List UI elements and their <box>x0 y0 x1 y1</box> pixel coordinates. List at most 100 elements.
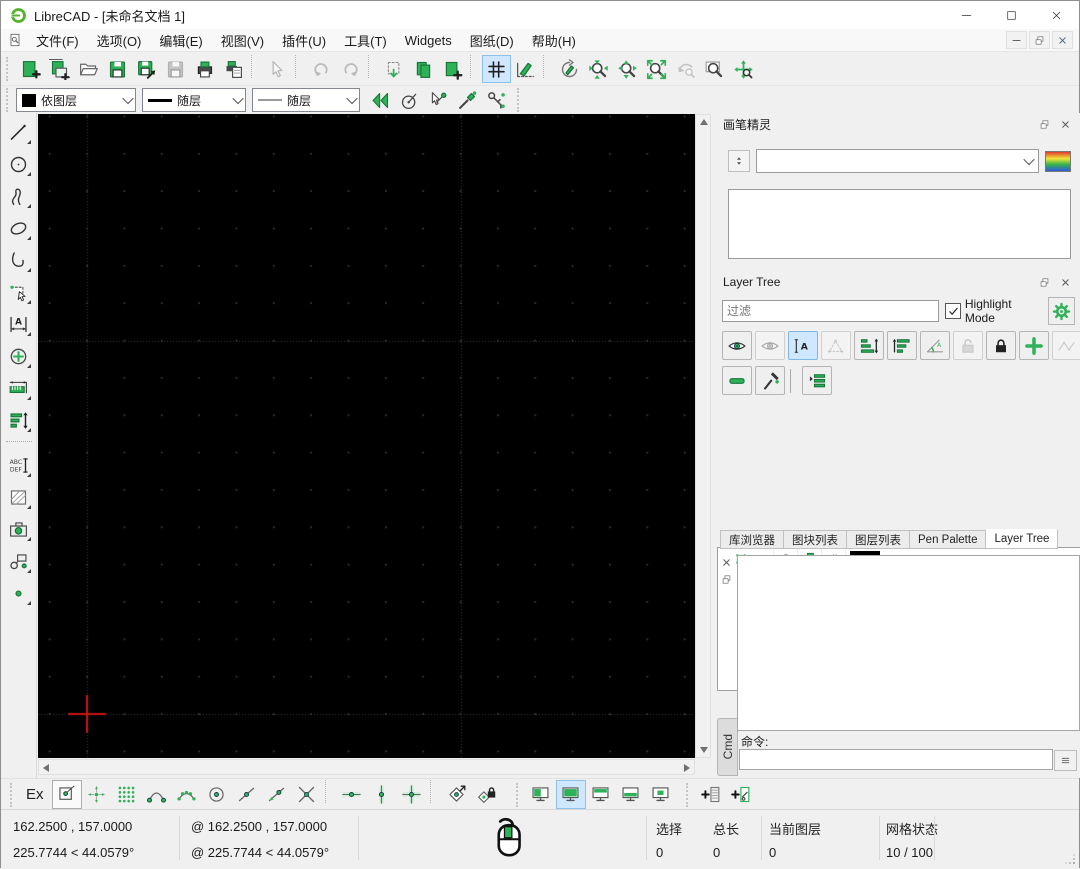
pen-linetype-combo[interactable]: 随层 <box>252 88 360 112</box>
layers-lock-button[interactable] <box>986 331 1016 360</box>
menu-view[interactable]: 视图(V) <box>212 29 273 51</box>
dock-left-button[interactable] <box>526 780 556 809</box>
vertical-scrollbar[interactable] <box>695 114 711 758</box>
block-tool-button[interactable] <box>3 547 34 576</box>
zoom-out-button[interactable] <box>613 55 642 83</box>
menu-edit[interactable]: 编辑(E) <box>150 29 211 51</box>
layer-settings-button[interactable] <box>1048 297 1075 325</box>
panel-close-button[interactable] <box>1056 117 1074 132</box>
layers-rename-button[interactable]: A <box>788 331 818 360</box>
command-options-button[interactable] <box>1054 750 1077 771</box>
pen-order-button[interactable] <box>728 150 750 172</box>
highlight-mode-checkbox[interactable] <box>945 303 960 319</box>
file-new-template-button[interactable] <box>45 55 74 83</box>
command-tab[interactable]: Cmd <box>717 718 738 776</box>
pen-pick-button[interactable] <box>424 86 453 114</box>
zoom-auto-button[interactable] <box>642 55 671 83</box>
layer-remove-button[interactable] <box>722 366 752 395</box>
pen-color-combo[interactable]: 依图层 <box>16 88 136 112</box>
snap-entity-button[interactable] <box>172 780 202 809</box>
restrict-orthogonal-button[interactable] <box>397 780 427 809</box>
draw-spline-button[interactable] <box>3 182 34 211</box>
add-pen-palette-button[interactable] <box>726 780 756 809</box>
pen-copy-button[interactable] <box>482 86 511 114</box>
cut-button[interactable] <box>380 55 409 83</box>
toolbar-handle[interactable] <box>6 88 13 112</box>
draw-image-button[interactable] <box>3 515 34 544</box>
zoom-pan-button[interactable] <box>729 55 758 83</box>
menu-file[interactable]: 文件(F) <box>27 29 88 51</box>
zoom-previous-button[interactable] <box>671 55 700 83</box>
layer-filter-input[interactable] <box>722 300 939 322</box>
draw-text-button[interactable]: ABCDEF <box>3 451 34 480</box>
maximize-button[interactable] <box>989 1 1034 29</box>
draw-circle-button[interactable] <box>3 150 34 179</box>
copy-button[interactable] <box>409 55 438 83</box>
dock-bottom-button[interactable] <box>616 780 646 809</box>
restrict-vertical-button[interactable] <box>367 780 397 809</box>
tab-library-browser[interactable]: 库浏览器 <box>720 530 784 549</box>
layers-measure-button[interactable] <box>1052 331 1080 360</box>
pen-favorites-list[interactable] <box>728 189 1071 259</box>
draft-mode-button[interactable] <box>511 55 540 83</box>
color-palette-button[interactable] <box>1045 151 1071 172</box>
file-save-as-button[interactable] <box>132 55 161 83</box>
snap-distance-button[interactable] <box>262 780 292 809</box>
horizontal-scrollbar[interactable] <box>38 759 695 775</box>
print-button[interactable] <box>190 55 219 83</box>
redo-button[interactable] <box>336 55 365 83</box>
grid-toggle-button[interactable] <box>482 55 511 83</box>
snap-endpoint-button[interactable] <box>142 780 172 809</box>
snap-grid-button[interactable] <box>82 780 112 809</box>
menu-widgets[interactable]: Widgets <box>396 29 461 51</box>
snap-free-button[interactable] <box>52 780 82 809</box>
draw-ellipse-button[interactable] <box>3 214 34 243</box>
dock-full-button[interactable] <box>556 780 586 809</box>
snap-points-button[interactable] <box>112 780 142 809</box>
pen-brush-button[interactable] <box>453 86 482 114</box>
toolbar-handle[interactable] <box>6 57 13 81</box>
draw-polyline-button[interactable] <box>3 246 34 275</box>
layer-list-button[interactable] <box>802 366 832 395</box>
paste-button[interactable] <box>438 55 467 83</box>
layers-sort-asc-button[interactable] <box>854 331 884 360</box>
menu-help[interactable]: 帮助(H) <box>523 29 585 51</box>
mdi-restore-button[interactable] <box>1029 31 1050 49</box>
menu-drawings[interactable]: 图纸(D) <box>461 29 523 51</box>
layers-show-all-button[interactable] <box>722 331 752 360</box>
snap-center-button[interactable] <box>202 780 232 809</box>
draw-point-button[interactable] <box>3 579 34 608</box>
menu-tools[interactable]: 工具(T) <box>335 29 396 51</box>
lock-relative-zero-button[interactable] <box>472 780 502 809</box>
file-open-button[interactable] <box>74 55 103 83</box>
toolbar-handle[interactable] <box>10 783 17 807</box>
file-save-all-button[interactable] <box>161 55 190 83</box>
mdi-close-button[interactable] <box>1052 31 1073 49</box>
select-cursor-button[interactable] <box>263 55 292 83</box>
layers-angle-button[interactable]: A <box>920 331 950 360</box>
highlight-mode-toggle[interactable]: Highlight Mode <box>945 297 1042 325</box>
layers-unlock-button[interactable] <box>953 331 983 360</box>
tab-layer-tree[interactable]: Layer Tree <box>985 529 1058 549</box>
command-input[interactable] <box>739 749 1053 770</box>
tab-pen-palette[interactable]: Pen Palette <box>909 530 986 549</box>
mdi-minimize-button[interactable] <box>1006 31 1027 49</box>
snap-relative-zero-button[interactable] <box>442 780 472 809</box>
tab-layer-list[interactable]: 图层列表 <box>846 530 910 549</box>
dock-top-button[interactable] <box>586 780 616 809</box>
panel-float-button[interactable] <box>1035 275 1053 290</box>
layers-sort-top-button[interactable] <box>887 331 917 360</box>
modify-tool-button[interactable] <box>3 342 34 371</box>
zoom-window-button[interactable] <box>700 55 729 83</box>
file-save-button[interactable] <box>103 55 132 83</box>
command-close-button[interactable] <box>718 555 734 570</box>
pen-wizard-combo[interactable] <box>756 149 1039 173</box>
select-tool-button[interactable] <box>3 278 34 307</box>
undo-button[interactable] <box>307 55 336 83</box>
order-tool-button[interactable] <box>3 406 34 435</box>
measure-tool-button[interactable] <box>3 374 34 403</box>
dimension-tool-button[interactable]: A <box>3 310 34 339</box>
draw-hatch-button[interactable] <box>3 483 34 512</box>
layers-hide-all-button[interactable] <box>755 331 785 360</box>
redraw-button[interactable] <box>555 55 584 83</box>
